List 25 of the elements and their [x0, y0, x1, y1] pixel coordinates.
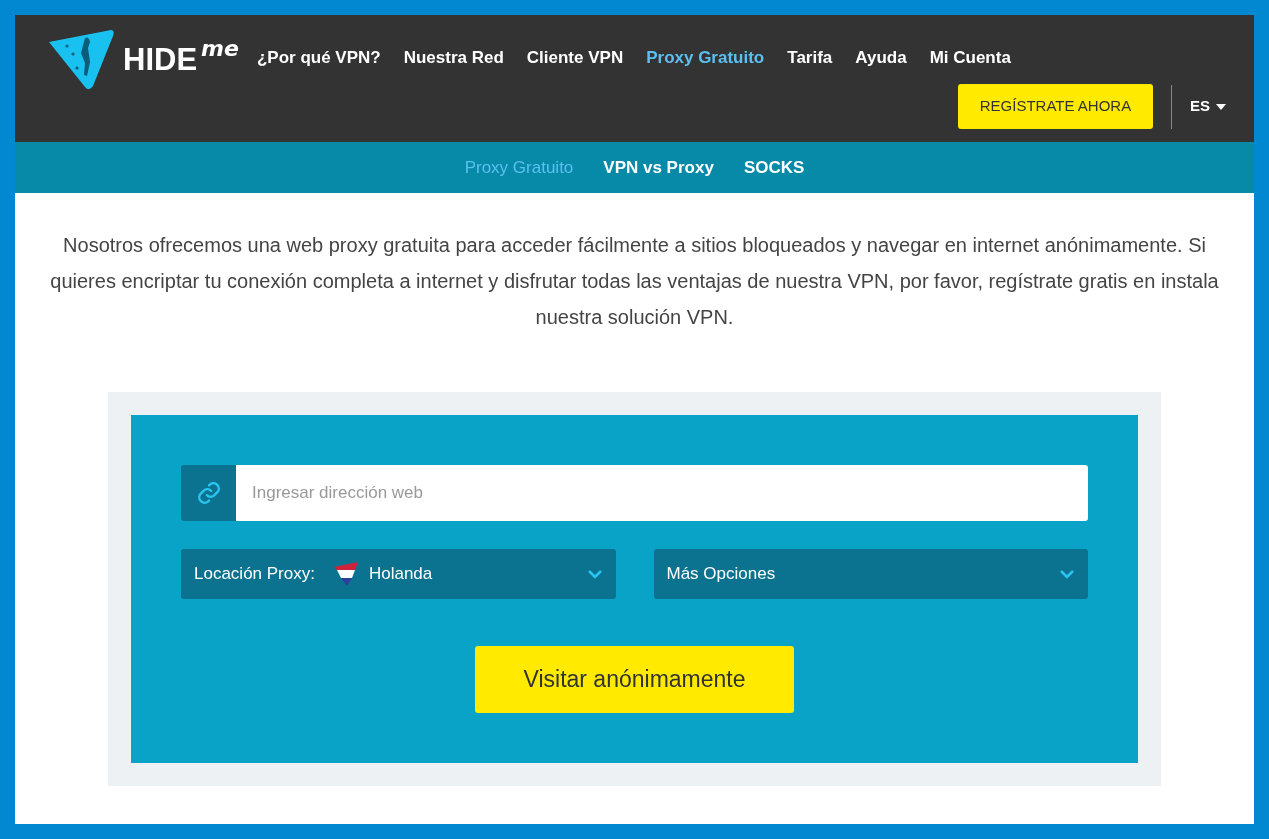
nav-link[interactable]: Proxy Gratuito: [646, 44, 765, 71]
caret-icon: [1216, 103, 1226, 110]
chevron-down-icon: [1059, 569, 1075, 579]
chevron-down-icon: [586, 569, 603, 579]
language-selector[interactable]: ES: [1190, 95, 1226, 118]
more-options-dropdown[interactable]: Más Opciones: [653, 549, 1088, 599]
more-options-label: Más Opciones: [666, 563, 777, 586]
location-dropdown[interactable]: Locación Proxy: Holanda: [181, 549, 616, 599]
location-value: Holanda: [368, 563, 434, 586]
nav-link[interactable]: Nuestra Red: [403, 44, 504, 71]
link-icon: [195, 480, 222, 506]
visit-button[interactable]: Visitar anónimamente: [475, 646, 794, 713]
nav-link[interactable]: Tarifa: [787, 44, 833, 71]
nav-link[interactable]: Mi Cuenta: [929, 44, 1011, 71]
logo-icon: [47, 27, 115, 92]
subnav-link[interactable]: VPN vs Proxy: [603, 154, 714, 181]
nav-link[interactable]: Ayuda: [855, 44, 907, 71]
subnav-link[interactable]: SOCKS: [743, 154, 805, 181]
intro-paragraph: Nosotros ofrecemos una web proxy gratuita para acceder fácilmente a sitios bloqueados y navegar en internet anónimamente. Si quieres encriptar tu conexión completa a internet y disfrutar todas las ventajas de nuestra VPN, por favor, regístrate gratis en instala nuestra solución VPN.: [49, 233, 1220, 330]
flag-icon: [332, 561, 359, 587]
register-button[interactable]: REGÍSTRATE AHORA: [958, 84, 1153, 129]
url-field[interactable]: Ingresar dirección web: [236, 465, 1088, 521]
nav-link[interactable]: Cliente VPN: [526, 44, 624, 71]
location-label: Locación Proxy:: [194, 563, 315, 586]
nav-link[interactable]: ¿Por qué VPN?: [256, 44, 381, 71]
